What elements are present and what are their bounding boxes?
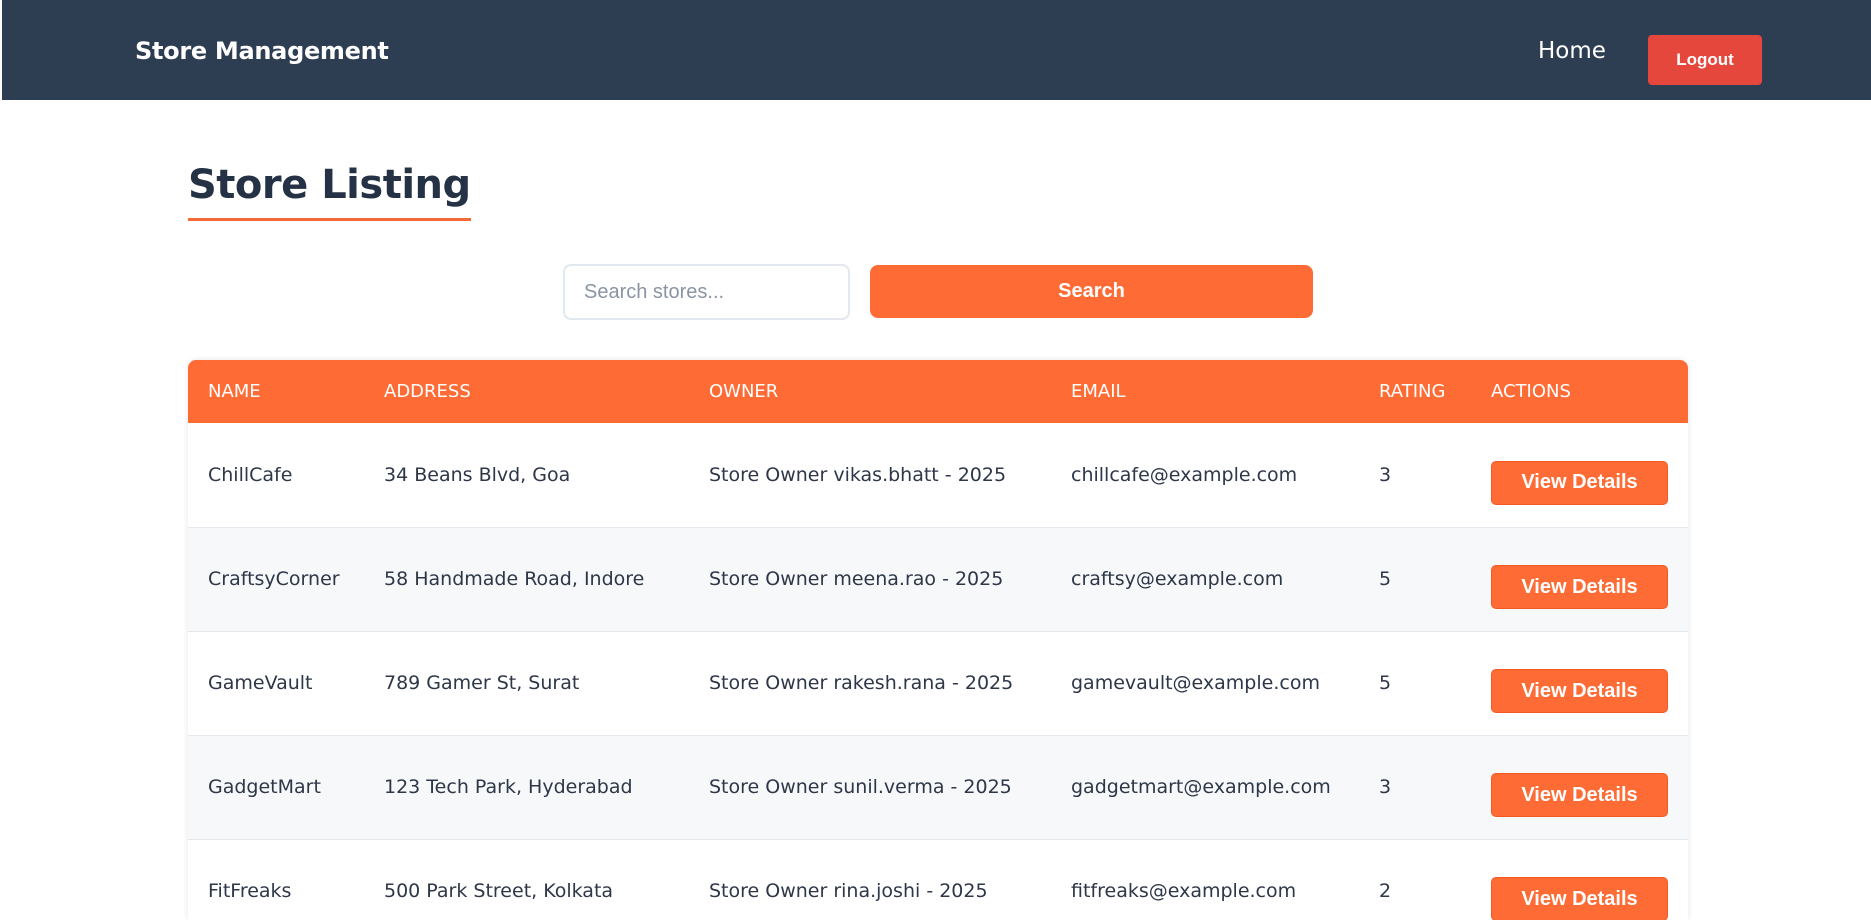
column-header-actions: ACTIONS <box>1491 381 1571 402</box>
actions-cell: View Details <box>1471 631 1688 735</box>
table-row: GameVault 789 Gamer St, Surat Store Owne… <box>188 631 1688 735</box>
store-address: 34 Beans Blvd, Goa <box>384 463 571 486</box>
store-address: 123 Tech Park, Hyderabad <box>384 776 633 798</box>
store-owner: Store Owner sunil.verma - 2025 <box>709 776 1012 798</box>
store-address: 789 Gamer St, Surat <box>384 672 580 694</box>
store-table: NAME ADDRESS OWNER EMAIL RATING ACTIONS … <box>188 360 1688 920</box>
store-name: ChillCafe <box>208 463 293 486</box>
page-title: Store Listing <box>188 162 471 221</box>
column-header-rating: RATING <box>1379 381 1446 402</box>
store-owner: Store Owner vikas.bhatt - 2025 <box>709 463 1007 486</box>
table-row: CraftsyCorner 58 Handmade Road, Indore S… <box>188 527 1688 631</box>
store-rating: 2 <box>1379 880 1392 902</box>
store-name: CraftsyCorner <box>208 568 340 590</box>
store-owner: Store Owner meena.rao - 2025 <box>709 568 1004 590</box>
table-row: ChillCafe 34 Beans Blvd, Goa Store Owner… <box>188 423 1688 527</box>
store-name: GameVault <box>208 672 313 694</box>
app-brand[interactable]: Store Management <box>135 37 389 65</box>
store-name: FitFreaks <box>208 880 292 902</box>
view-details-button[interactable]: View Details <box>1491 460 1668 505</box>
column-header-owner: OWNER <box>709 381 779 402</box>
store-address: 58 Handmade Road, Indore <box>384 568 645 590</box>
column-header-name: NAME <box>208 381 261 402</box>
table-row: GadgetMart 123 Tech Park, Hyderabad Stor… <box>188 735 1688 839</box>
store-email: chillcafe@example.com <box>1071 463 1298 486</box>
nav-home-link[interactable]: Home <box>1538 38 1606 64</box>
store-email: craftsy@example.com <box>1071 568 1284 590</box>
store-rating: 5 <box>1379 672 1392 694</box>
store-rating: 3 <box>1379 776 1392 798</box>
store-rating: 5 <box>1379 568 1392 590</box>
actions-cell: View Details <box>1471 735 1688 839</box>
view-details-button[interactable]: View Details <box>1491 565 1668 609</box>
actions-cell: View Details <box>1471 423 1688 527</box>
logout-button[interactable]: Logout <box>1648 35 1762 85</box>
store-name: GadgetMart <box>208 776 321 798</box>
actions-cell: View Details <box>1471 839 1688 920</box>
table-row: FitFreaks 500 Park Street, Kolkata Store… <box>188 839 1688 920</box>
top-navbar: Store Management Home Logout <box>2 0 1871 100</box>
column-header-email: EMAIL <box>1071 381 1126 402</box>
view-details-button[interactable]: View Details <box>1491 877 1668 920</box>
store-email: gadgetmart@example.com <box>1071 776 1331 798</box>
column-header-address: ADDRESS <box>384 381 471 402</box>
table-header-row: NAME ADDRESS OWNER EMAIL RATING ACTIONS <box>188 360 1688 423</box>
view-details-button[interactable]: View Details <box>1491 669 1668 713</box>
store-owner: Store Owner rakesh.rana - 2025 <box>709 672 1014 694</box>
store-email: fitfreaks@example.com <box>1071 880 1297 902</box>
search-input[interactable] <box>563 264 850 320</box>
store-address: 500 Park Street, Kolkata <box>384 880 614 902</box>
store-rating: 3 <box>1379 463 1392 486</box>
store-owner: Store Owner rina.joshi - 2025 <box>709 880 988 902</box>
view-details-button[interactable]: View Details <box>1491 773 1668 817</box>
actions-cell: View Details <box>1471 527 1688 631</box>
store-email: gamevault@example.com <box>1071 672 1320 694</box>
search-button[interactable]: Search <box>870 265 1313 318</box>
